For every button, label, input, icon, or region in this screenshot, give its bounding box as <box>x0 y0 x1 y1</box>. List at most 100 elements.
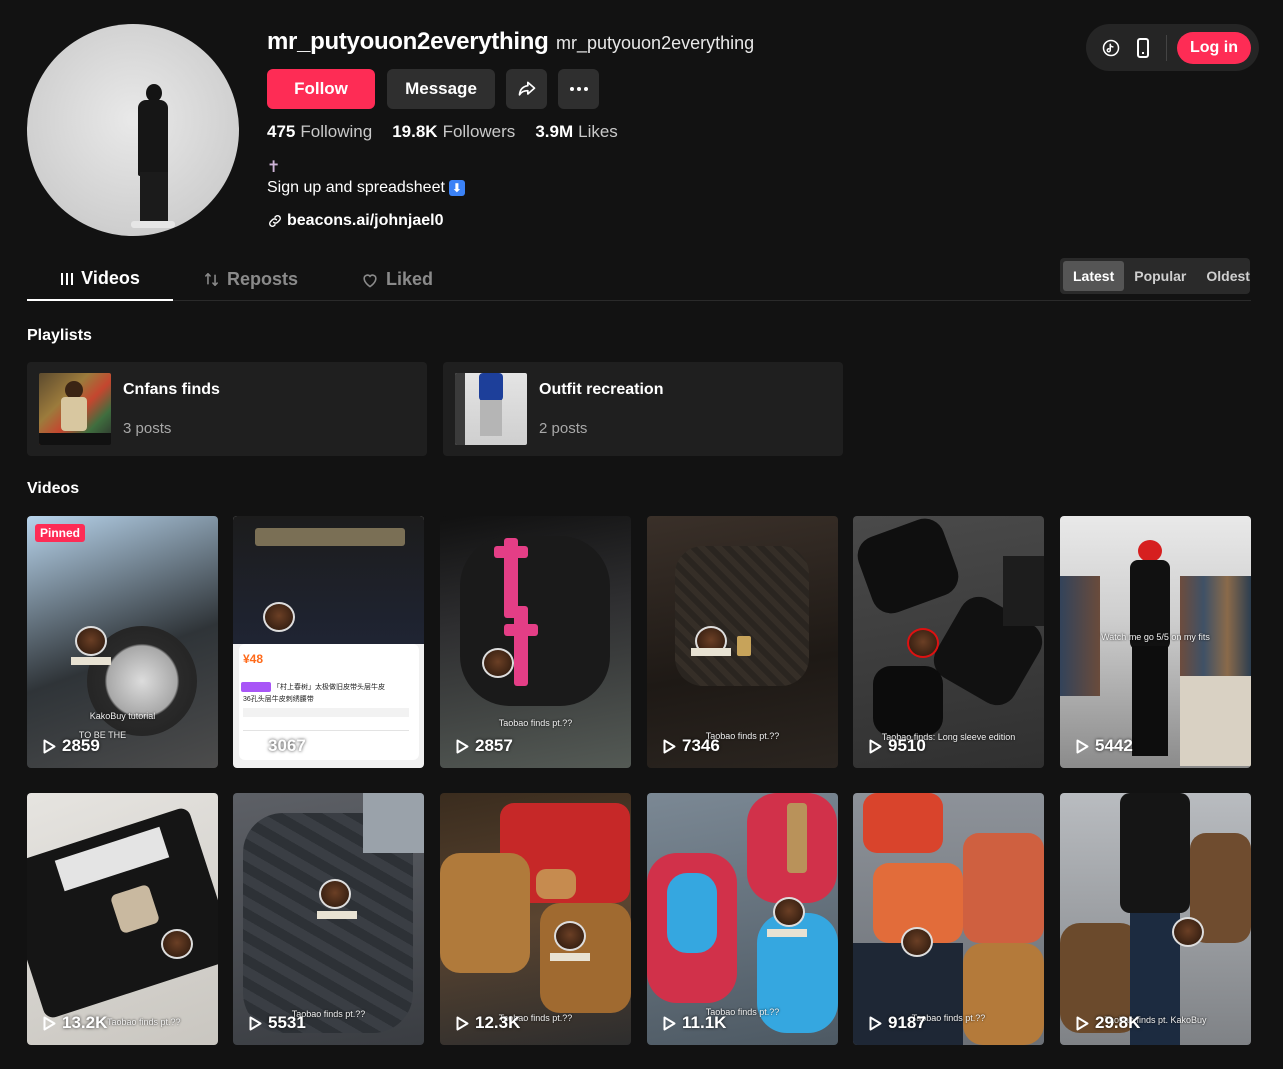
play-icon <box>1076 739 1089 753</box>
video-views: 9187 <box>869 1013 926 1033</box>
video-view-count: 13.2K <box>62 1013 108 1032</box>
video-view-count: 12.3K <box>475 1013 521 1032</box>
video-view-count: 9187 <box>888 1013 926 1032</box>
video-caption: Watch me go 5/5 on my fits <box>1101 632 1210 642</box>
video-views: 7346 <box>663 736 720 756</box>
profile-nickname: mr_putyouon2everything <box>556 33 755 53</box>
video-caption: Taobao finds pt.?? <box>107 1017 181 1027</box>
video-view-count: 3067 <box>268 736 306 755</box>
video-card[interactable]: Taobao finds pt.?? 7346 <box>647 516 838 768</box>
mobile-phone-icon[interactable] <box>1132 37 1154 59</box>
video-view-count: 2859 <box>62 736 100 755</box>
video-view-count: 29.8K <box>1095 1013 1141 1032</box>
playlist-thumbnail <box>39 373 111 445</box>
share-button[interactable] <box>506 69 547 109</box>
video-views: 5442 <box>1076 736 1133 756</box>
video-card[interactable]: Taobao finds pt.?? 9187 <box>853 793 1044 1045</box>
bio-link[interactable]: beacons.ai/johnjael0 <box>267 212 444 230</box>
video-caption: KakoBuy tutorial <box>89 711 156 721</box>
video-view-count: 7346 <box>682 736 720 755</box>
video-views: 9510 <box>869 736 926 756</box>
more-dots-icon <box>569 87 588 91</box>
followers-label: Followers <box>442 122 516 141</box>
video-views: 2857 <box>456 736 513 756</box>
video-views: 5531 <box>249 1013 306 1033</box>
repost-icon <box>205 273 218 286</box>
bio-cross: ✝ <box>267 159 281 176</box>
play-icon <box>456 1016 469 1030</box>
profile-avatar <box>27 24 239 236</box>
video-views: 3067 <box>249 736 306 756</box>
playlist-name: Cnfans finds <box>123 381 220 398</box>
tab-liked[interactable]: Liked <box>361 258 433 301</box>
tab-videos[interactable]: Videos <box>27 258 173 301</box>
video-views: 29.8K <box>1076 1013 1140 1033</box>
play-icon <box>249 1016 262 1030</box>
sort-selector: Latest Popular Oldest <box>1060 258 1250 294</box>
down-arrow-icon: ⬇ <box>448 180 465 196</box>
product-title: 「村上春树」太极做旧皮带头层牛皮 <box>273 684 385 691</box>
playlists-title: Playlists <box>27 327 92 344</box>
video-card[interactable]: Pinned KakoBuy tutorial TO BE THE 2859 <box>27 516 218 768</box>
tab-liked-label: Liked <box>386 269 434 289</box>
bio-link-text: beacons.ai/johnjael0 <box>287 212 444 229</box>
playlist-count: 2 posts <box>539 420 588 437</box>
bio-text: Sign up and spreadsheet ⬇ <box>267 179 465 197</box>
following-label: Following <box>300 122 373 141</box>
share-icon <box>518 81 535 96</box>
bio-text-line: Sign up and spreadsheet <box>267 179 445 196</box>
tab-reposts[interactable]: Reposts <box>203 258 298 301</box>
video-card[interactable]: Taobao finds: Long sleeve edition 9510 <box>853 516 1044 768</box>
video-card[interactable]: Taobao finds pt.?? 2857 <box>440 516 631 768</box>
video-view-count: 11.1K <box>682 1013 727 1032</box>
play-icon <box>869 1016 882 1030</box>
video-card[interactable]: Taobao finds pt.?? 13.2K <box>27 793 218 1045</box>
topbar-divider <box>1166 34 1167 61</box>
follow-button[interactable]: Follow <box>267 69 375 109</box>
liked-heart-icon <box>363 273 377 287</box>
video-card[interactable]: Taobao finds pt. KakoBuy 29.8K <box>1060 793 1251 1045</box>
playlist-card[interactable]: Outfit recreation 2 posts <box>443 362 843 456</box>
video-card[interactable]: Watch me go 5/5 on my fits 5442 <box>1060 516 1251 768</box>
product-price: ¥48 <box>243 652 264 666</box>
playlist-count: 3 posts <box>123 420 172 437</box>
tab-videos-label: Videos <box>81 268 140 288</box>
video-views: 12.3K <box>456 1013 520 1033</box>
video-card[interactable]: ¥48 「村上春树」太极做旧皮带头层牛皮 36孔头层牛皮刺绣腰带 3067 <box>233 516 424 768</box>
play-icon <box>663 739 676 753</box>
sort-oldest[interactable]: Oldest <box>1196 261 1260 291</box>
video-view-count: 9510 <box>888 736 926 755</box>
play-icon <box>663 1016 676 1030</box>
avatar-person-legs <box>140 172 168 224</box>
video-view-count: 5531 <box>268 1013 306 1032</box>
following-count: 475 <box>267 122 296 141</box>
grid-icon <box>61 272 74 285</box>
playlist-card[interactable]: Cnfans finds 3 posts <box>27 362 427 456</box>
profile-stats: 475 Following 19.8K Followers 3.9M Likes <box>267 122 618 142</box>
video-caption: Taobao finds pt.?? <box>498 718 573 728</box>
top-right-controls: Log in <box>1086 24 1259 71</box>
play-icon <box>456 739 469 753</box>
video-card[interactable]: Taobao finds pt.?? 11.1K <box>647 793 838 1045</box>
tiktok-logo-icon[interactable] <box>1100 37 1122 59</box>
playlist-thumbnail <box>455 373 527 445</box>
login-button[interactable]: Log in <box>1177 31 1251 64</box>
product-subtitle: 36孔头层牛皮刺绣腰带 <box>243 696 314 703</box>
video-card[interactable]: Taobao finds pt.?? 5531 <box>233 793 424 1045</box>
tab-reposts-label: Reposts <box>227 269 299 289</box>
video-view-count: 2857 <box>475 736 513 755</box>
play-icon <box>249 739 262 753</box>
more-options-button[interactable] <box>558 69 599 109</box>
following-stat[interactable]: 475 Following <box>267 122 372 142</box>
followers-stat[interactable]: 19.8K Followers <box>392 122 515 142</box>
video-card[interactable]: Taobao finds pt.?? 12.3K <box>440 793 631 1045</box>
link-icon <box>269 215 281 227</box>
videos-title: Videos <box>27 480 80 497</box>
likes-count: 3.9M <box>535 122 574 141</box>
profile-username: mr_putyouon2everything <box>267 28 549 55</box>
play-icon <box>869 739 882 753</box>
play-icon <box>43 1016 56 1030</box>
sort-latest[interactable]: Latest <box>1063 261 1125 291</box>
message-button[interactable]: Message <box>387 69 495 109</box>
sort-popular[interactable]: Popular <box>1124 261 1196 291</box>
